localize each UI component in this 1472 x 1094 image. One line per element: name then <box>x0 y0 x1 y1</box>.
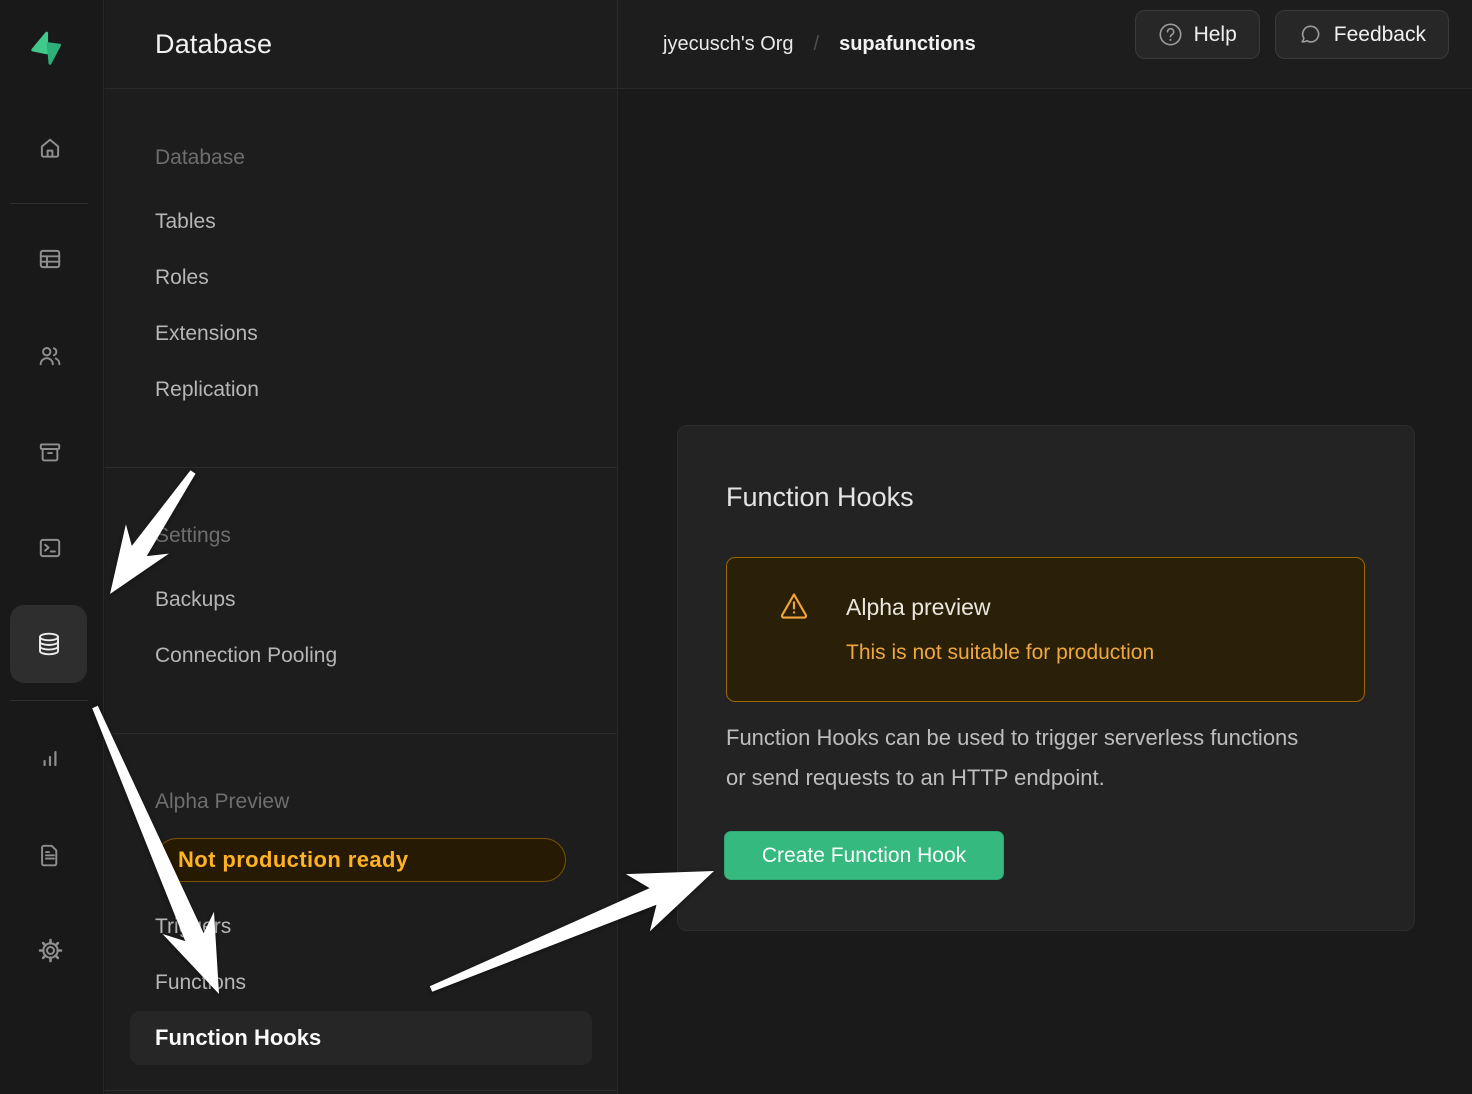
help-button[interactable]: Help <box>1135 10 1260 59</box>
top-header: jyecusch's Org / supafunctions Help <box>618 0 1472 89</box>
storage-icon[interactable] <box>25 428 75 476</box>
reports-icon[interactable] <box>25 734 75 782</box>
sidebar-divider <box>105 467 617 468</box>
header-actions: Help Feedback <box>1135 10 1449 59</box>
not-production-ready-badge: Not production ready <box>155 838 566 882</box>
section-header-alpha-preview: Alpha Preview <box>155 790 289 814</box>
sidebar-item-backups[interactable]: Backups <box>155 588 236 612</box>
main-content: Function Hooks Alpha preview This is not… <box>618 89 1472 1094</box>
sidebar-item-function-hooks-selected[interactable]: Function Hooks <box>130 1011 592 1065</box>
section-header-settings: Settings <box>155 524 231 548</box>
breadcrumb-project[interactable]: supafunctions <box>839 33 976 56</box>
sidebar-item-roles[interactable]: Roles <box>155 266 209 290</box>
sidebar-divider <box>105 1090 617 1091</box>
sidebar-item-functions[interactable]: Functions <box>155 971 246 995</box>
sidebar-item-tables[interactable]: Tables <box>155 210 216 234</box>
sidebar-header: Database <box>105 0 617 89</box>
sidebar-item-triggers[interactable]: Triggers <box>155 915 231 939</box>
home-icon[interactable] <box>25 124 75 172</box>
breadcrumb-separator: / <box>814 33 820 56</box>
sidebar-item-replication[interactable]: Replication <box>155 378 259 402</box>
function-hooks-panel: Function Hooks Alpha preview This is not… <box>677 425 1415 931</box>
docs-icon[interactable] <box>25 831 75 879</box>
breadcrumb: jyecusch's Org / supafunctions <box>663 33 976 56</box>
sidebar-divider <box>105 733 617 734</box>
breadcrumb-org[interactable]: jyecusch's Org <box>663 33 794 56</box>
supabase-logo-icon[interactable] <box>27 25 73 71</box>
database-sidebar: Database Database Tables Roles Extension… <box>105 0 618 1094</box>
create-function-hook-button[interactable]: Create Function Hook <box>724 831 1004 880</box>
database-icon-selected[interactable] <box>10 605 87 683</box>
rail-divider <box>10 700 88 701</box>
feedback-button[interactable]: Feedback <box>1275 10 1449 59</box>
panel-description: Function Hooks can be used to trigger se… <box>726 718 1301 798</box>
app-window: Database Database Tables Roles Extension… <box>0 0 1472 1094</box>
sql-editor-icon[interactable] <box>25 524 75 572</box>
sidebar-title: Database <box>155 29 272 60</box>
sidebar-item-connection-pooling[interactable]: Connection Pooling <box>155 644 337 668</box>
auth-users-icon[interactable] <box>25 332 75 380</box>
table-editor-icon[interactable] <box>25 235 75 283</box>
feedback-label: Feedback <box>1334 23 1426 47</box>
help-label: Help <box>1194 23 1237 47</box>
icon-rail <box>0 0 104 1094</box>
settings-gear-icon[interactable] <box>25 926 75 974</box>
rail-divider <box>10 203 88 204</box>
warning-triangle-icon <box>777 589 811 628</box>
alpha-preview-alert: Alpha preview This is not suitable for p… <box>726 557 1365 702</box>
alert-title: Alpha preview <box>846 594 990 621</box>
feedback-bubble-icon <box>1298 22 1323 47</box>
alert-message: This is not suitable for production <box>846 641 1154 665</box>
help-icon <box>1158 22 1183 47</box>
sidebar-item-extensions[interactable]: Extensions <box>155 322 258 346</box>
panel-title: Function Hooks <box>726 482 914 513</box>
section-header-database: Database <box>155 146 245 170</box>
